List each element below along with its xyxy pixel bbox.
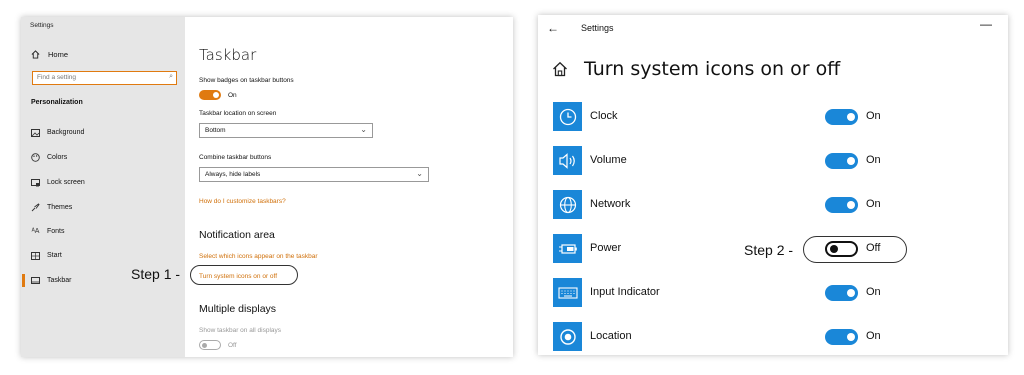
settings-sidebar: Settings Home Find a setting ⌕ Personali… xyxy=(21,17,185,357)
toggle-state: On xyxy=(866,154,881,166)
clock-icon xyxy=(553,102,582,131)
sidebar-item-taskbar[interactable]: Taskbar xyxy=(31,276,72,285)
lock-screen-icon xyxy=(31,178,40,187)
palette-icon xyxy=(31,153,40,162)
sidebar-home-label: Home xyxy=(48,50,69,59)
volume-icon xyxy=(553,146,582,175)
system-icon-label: Input Indicator xyxy=(590,286,660,298)
home-icon xyxy=(31,50,40,59)
step-2-callout-outline xyxy=(803,236,907,263)
sidebar-item-label: Colors xyxy=(47,154,68,161)
taskbar-settings-panel: Taskbar Show badges on taskbar buttons O… xyxy=(185,17,513,357)
system-icon-label: Volume xyxy=(590,154,627,166)
start-icon xyxy=(31,251,40,260)
input-indicator-toggle[interactable] xyxy=(825,285,858,301)
search-input[interactable]: Find a setting ⌕ xyxy=(32,71,177,85)
search-placeholder: Find a setting xyxy=(37,74,77,81)
page-title: Turn system icons on or off xyxy=(584,58,841,80)
toggle-state: On xyxy=(866,330,881,342)
active-item-indicator xyxy=(22,274,25,287)
sidebar-item-label: Fonts xyxy=(47,228,65,235)
show-badges-label: Show badges on taskbar buttons xyxy=(199,77,294,84)
toggle-state: On xyxy=(866,198,881,210)
sidebar-item-fonts[interactable]: ᴬA Fonts xyxy=(31,227,65,236)
show-all-displays-toggle[interactable] xyxy=(199,340,221,350)
brush-icon xyxy=(31,203,40,212)
minimize-button[interactable]: — xyxy=(980,17,992,31)
taskbar-settings-window: Settings Home Find a setting ⌕ Personali… xyxy=(21,17,513,357)
customize-taskbars-link[interactable]: How do I customize taskbars? xyxy=(199,198,286,205)
show-badges-toggle[interactable] xyxy=(199,90,221,100)
system-icon-label: Network xyxy=(590,198,631,210)
chevron-down-icon: ⌄ xyxy=(360,125,367,134)
page-title: Taskbar xyxy=(199,46,257,64)
sidebar-item-label: Taskbar xyxy=(47,277,72,284)
home-icon xyxy=(553,61,567,77)
sidebar-item-label: Themes xyxy=(47,204,73,211)
keyboard-icon xyxy=(553,278,582,307)
sidebar-item-background[interactable]: Background xyxy=(31,128,84,137)
system-icon-label: Location xyxy=(590,330,632,342)
system-icon-row-network: Network On xyxy=(553,190,993,220)
step-1-label: Step 1 - xyxy=(131,266,181,282)
system-icon-row-location: Location On xyxy=(553,322,993,352)
system-icon-row-clock: Clock On xyxy=(553,102,993,132)
show-all-displays-state: Off xyxy=(228,342,237,349)
toggle-state: On xyxy=(866,286,881,298)
multiple-displays-heading: Multiple displays xyxy=(199,303,277,315)
show-all-displays-label: Show taskbar on all displays xyxy=(199,327,282,334)
taskbar-location-label: Taskbar location on screen xyxy=(199,110,277,117)
system-icons-settings-window: ← Settings — Turn system icons on or off… xyxy=(538,15,1008,355)
system-icon-row-input-indicator: Input Indicator On xyxy=(553,278,993,308)
sidebar-item-label: Lock screen xyxy=(47,179,85,186)
system-icon-row-volume: Volume On xyxy=(553,146,993,176)
combine-buttons-dropdown[interactable]: Always, hide labels ⌄ xyxy=(199,167,429,182)
system-icon-label: Clock xyxy=(590,110,618,122)
taskbar-location-dropdown[interactable]: Bottom ⌄ xyxy=(199,123,373,138)
chevron-down-icon: ⌄ xyxy=(416,169,423,178)
location-toggle[interactable] xyxy=(825,329,858,345)
show-badges-state: On xyxy=(228,92,237,99)
battery-icon xyxy=(553,234,582,263)
combine-buttons-value: Always, hide labels xyxy=(205,171,261,178)
taskbar-location-value: Bottom xyxy=(205,127,226,134)
window-title: Settings xyxy=(581,23,614,33)
sidebar-item-themes[interactable]: Themes xyxy=(31,203,72,212)
step-1-callout-outline xyxy=(190,265,298,285)
toggle-state: On xyxy=(866,110,881,122)
sidebar-item-label: Background xyxy=(47,129,85,136)
select-icons-link[interactable]: Select which icons appear on the taskbar xyxy=(199,253,318,260)
taskbar-icon xyxy=(31,276,40,285)
notification-area-heading: Notification area xyxy=(199,229,275,241)
sidebar-home[interactable]: Home xyxy=(31,50,68,59)
fonts-icon: ᴬA xyxy=(31,228,40,235)
sidebar-item-colors[interactable]: Colors xyxy=(31,153,67,162)
search-icon: ⌕ xyxy=(169,73,173,80)
system-icon-label: Power xyxy=(590,242,622,254)
clock-toggle[interactable] xyxy=(825,109,858,125)
volume-toggle[interactable] xyxy=(825,153,858,169)
globe-icon xyxy=(553,190,582,219)
sidebar-item-lock-screen[interactable]: Lock screen xyxy=(31,178,85,187)
back-arrow-icon[interactable]: ← xyxy=(547,21,559,35)
sidebar-item-label: Start xyxy=(47,252,62,259)
combine-buttons-label: Combine taskbar buttons xyxy=(199,154,272,161)
sidebar-item-start[interactable]: Start xyxy=(31,251,62,260)
step-2-label: Step 2 - xyxy=(744,242,794,258)
window-title: Settings xyxy=(30,22,54,29)
sidebar-section-label: Personalization xyxy=(31,99,83,106)
location-icon xyxy=(553,322,582,351)
network-toggle[interactable] xyxy=(825,197,858,213)
picture-icon xyxy=(31,128,40,137)
